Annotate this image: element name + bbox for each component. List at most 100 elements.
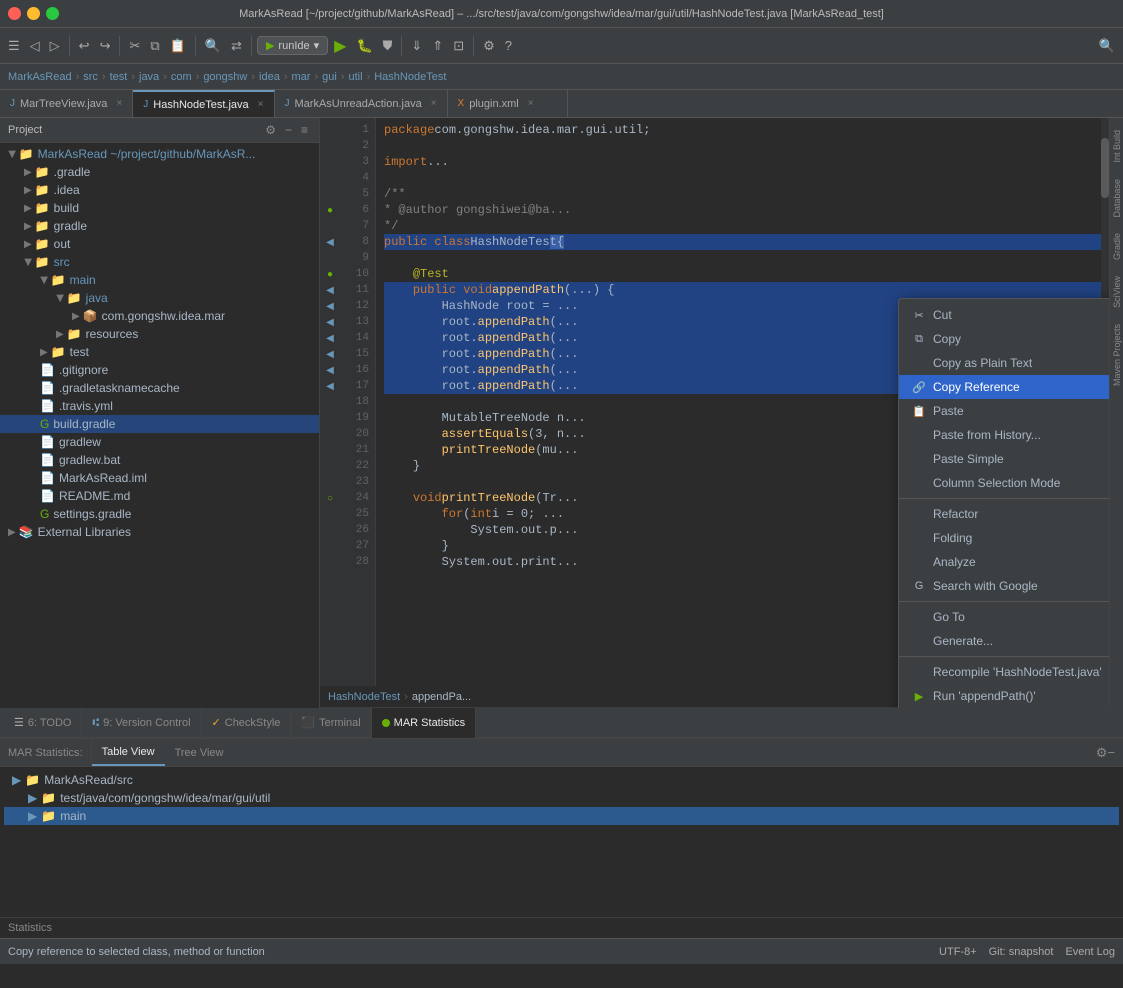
tree-item-root[interactable]: ▶ 📁 MarkAsRead ~/project/github/MarkAsR.…: [0, 145, 319, 163]
tree-item-src[interactable]: ▶ 📁 src: [0, 253, 319, 271]
debug-button[interactable]: 🐛: [352, 36, 376, 56]
toolbar-btn-undo[interactable]: ↩: [75, 36, 94, 56]
tab-close-martreeview[interactable]: ×: [116, 98, 122, 109]
settings-btn[interactable]: ⚙: [479, 36, 499, 56]
tree-item-gitignore[interactable]: 📄 .gitignore: [0, 361, 319, 379]
sciview-panel[interactable]: SciView: [1112, 268, 1122, 316]
tree-item-readme[interactable]: 📄 README.md: [0, 487, 319, 505]
menu-paste-simple[interactable]: Paste Simple ⌥⇧⌘V: [899, 447, 1109, 471]
menu-cut[interactable]: ✂ Cut ⌘X: [899, 303, 1109, 327]
tree-item-build[interactable]: ▶ 📁 build: [0, 199, 319, 217]
tree-item-resources[interactable]: ▶ 📁 resources: [0, 325, 319, 343]
toolbar-btn-redo[interactable]: ↪: [96, 36, 115, 56]
code-editor[interactable]: ● ◀ ● ◀ ◀ ◀ ◀ ◀ ◀ ◀ ○ 1 2: [320, 118, 1109, 708]
tree-item-gradlew[interactable]: 📄 gradlew: [0, 433, 319, 451]
bottom-item-root[interactable]: ▶ 📁 MarkAsRead/src: [4, 771, 1119, 789]
scrollbar-thumb[interactable]: [1101, 138, 1109, 198]
tree-item-gradle[interactable]: ▶ 📁 .gradle: [0, 163, 319, 181]
toolbar-btn-back[interactable]: ◁: [26, 36, 44, 56]
search-everywhere[interactable]: 🔍: [1095, 36, 1119, 56]
nav-hashnode[interactable]: HashNodeTest: [374, 71, 446, 83]
nav-java[interactable]: java: [139, 71, 159, 83]
toolbar-btn-replace[interactable]: ⇄: [227, 36, 246, 56]
tree-item-gradlefolder[interactable]: ▶ 📁 gradle: [0, 217, 319, 235]
tab-close-hashnodetest[interactable]: ×: [258, 99, 264, 110]
maximize-button[interactable]: [46, 7, 59, 20]
git-push[interactable]: ⇑: [428, 36, 447, 56]
checkstyle-tab[interactable]: ✓ CheckStyle: [202, 708, 292, 738]
nav-mar[interactable]: mar: [292, 71, 311, 83]
tree-item-buildgradle[interactable]: G build.gradle: [0, 415, 319, 433]
tab-pluginxml[interactable]: X plugin.xml ×: [448, 90, 568, 117]
maven-panel[interactable]: Maven Projects: [1112, 316, 1122, 394]
mar-stats-tab[interactable]: MAR Statistics: [372, 708, 477, 738]
toolbar-btn-paste[interactable]: 📋: [166, 36, 190, 56]
tree-item-main[interactable]: ▶ 📁 main: [0, 271, 319, 289]
coverage-button[interactable]: ⛊: [379, 36, 397, 56]
tab-martreeview[interactable]: J MarTreeView.java ×: [0, 90, 133, 117]
bottom-settings-btn[interactable]: ⚙: [1096, 745, 1108, 761]
menu-folding[interactable]: Folding ▶: [899, 526, 1109, 550]
terminal-tab[interactable]: ⬛ Terminal: [291, 708, 371, 738]
menu-search-google[interactable]: G Search with Google: [899, 574, 1109, 598]
vcs-tab[interactable]: ⑆ 9: Version Control: [82, 708, 201, 738]
tree-item-test[interactable]: ▶ 📁 test: [0, 343, 319, 361]
status-event-log[interactable]: Event Log: [1065, 946, 1115, 958]
close-button[interactable]: [8, 7, 21, 20]
bottom-item-testpath[interactable]: ▶ 📁 test/java/com/gongshw/idea/mar/gui/u…: [4, 789, 1119, 807]
menu-copy[interactable]: ⧉ Copy ⌘C: [899, 327, 1109, 351]
menu-refactor[interactable]: Refactor ▶: [899, 502, 1109, 526]
menu-generate[interactable]: Generate... ^N: [899, 629, 1109, 653]
tab-markasunread[interactable]: J MarkAsUnreadAction.java ×: [275, 90, 448, 117]
tab-hashnodetest[interactable]: J HashNodeTest.java ×: [133, 90, 274, 117]
gutter-24[interactable]: ○: [320, 490, 340, 506]
nav-gongshw[interactable]: gongshw: [203, 71, 247, 83]
tree-item-iml[interactable]: 📄 MarkAsRead.iml: [0, 469, 319, 487]
tree-item-gradlewbat[interactable]: 📄 gradlew.bat: [0, 451, 319, 469]
git-update[interactable]: ⇓: [407, 36, 426, 56]
nav-test[interactable]: test: [110, 71, 128, 83]
menu-recompile[interactable]: Recompile 'HashNodeTest.java' ⇧⌘F9: [899, 660, 1109, 684]
tree-item-settings[interactable]: G settings.gradle: [0, 505, 319, 523]
sidebar-btn-collapse[interactable]: −: [282, 122, 295, 138]
menu-copy-reference[interactable]: 🔗 Copy Reference ⌥⇧⌘C: [899, 375, 1109, 399]
menu-copy-plain[interactable]: Copy as Plain Text: [899, 351, 1109, 375]
nav-com[interactable]: com: [171, 71, 192, 83]
menu-run[interactable]: ▶ Run 'appendPath()' ^⇧F10: [899, 684, 1109, 708]
subtab-table-view[interactable]: Table View: [92, 739, 165, 766]
bottom-item-main[interactable]: ▶ 📁 main: [4, 807, 1119, 825]
tab-close-pluginxml[interactable]: ×: [528, 98, 534, 109]
toolbar-btn-menu[interactable]: ☰: [4, 36, 24, 56]
sidebar-btn-settings[interactable]: ≡: [298, 122, 311, 138]
todo-tab[interactable]: ☰ 6: TODO: [4, 708, 82, 738]
gradle-panel[interactable]: Gradle: [1112, 225, 1122, 268]
status-encoding[interactable]: UTF-8+: [939, 946, 977, 958]
toolbar-btn-cut[interactable]: ✂: [125, 36, 144, 56]
git-history[interactable]: ⊡: [449, 36, 468, 56]
toolbar-btn-copy[interactable]: ⧉: [146, 36, 163, 56]
sidebar-btn-gear[interactable]: ⚙: [262, 122, 279, 138]
menu-analyze[interactable]: Analyze ▶: [899, 550, 1109, 574]
toolbar-btn-find[interactable]: 🔍: [201, 36, 225, 56]
help-btn[interactable]: ?: [501, 36, 516, 55]
nav-util[interactable]: util: [348, 71, 362, 83]
tree-item-tasknamecache[interactable]: 📄 .gradletasknamecache: [0, 379, 319, 397]
tree-item-idea[interactable]: ▶ 📁 .idea: [0, 181, 319, 199]
menu-paste-history[interactable]: Paste from History... ⇧⌘V: [899, 423, 1109, 447]
tree-item-external[interactable]: ▶ 📚 External Libraries: [0, 523, 319, 541]
toolbar-btn-forward[interactable]: ▷: [46, 36, 64, 56]
tab-close-markasunread[interactable]: ×: [431, 98, 437, 109]
subtab-tree-view[interactable]: Tree View: [165, 739, 234, 766]
tree-item-out[interactable]: ▶ 📁 out: [0, 235, 319, 253]
tree-item-java[interactable]: ▶ 📁 java: [0, 289, 319, 307]
minimize-button[interactable]: [27, 7, 40, 20]
database-panel[interactable]: Database: [1112, 171, 1122, 226]
menu-column-selection[interactable]: Column Selection Mode ⇧⌘8: [899, 471, 1109, 495]
int-build-panel[interactable]: Int Build: [1112, 122, 1122, 171]
run-button[interactable]: ▶: [330, 34, 350, 58]
menu-paste[interactable]: 📋 Paste ⌘V: [899, 399, 1109, 423]
nav-idea[interactable]: idea: [259, 71, 280, 83]
tree-item-travis[interactable]: 📄 .travis.yml: [0, 397, 319, 415]
status-branch[interactable]: Git: snapshot: [989, 946, 1054, 958]
run-config-selector[interactable]: ▶ runIde ▾: [257, 36, 328, 55]
